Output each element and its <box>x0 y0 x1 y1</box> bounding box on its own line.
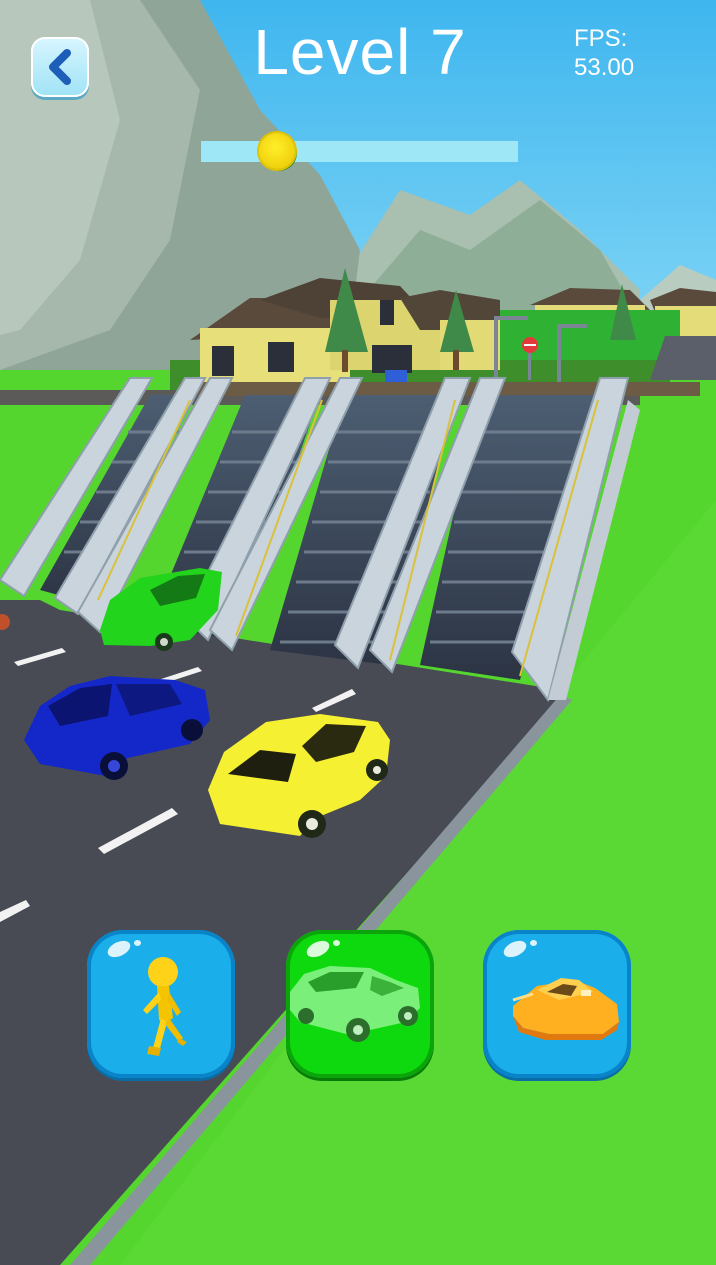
gloss-dot <box>333 940 340 946</box>
walk-mode-button[interactable] <box>87 930 235 1078</box>
back-button[interactable] <box>31 37 89 97</box>
progress-marker <box>259 133 296 169</box>
fps-label: FPS: <box>574 25 628 52</box>
fps-counter: FPS: 53.00 <box>574 24 634 82</box>
car-mode-button[interactable] <box>286 930 434 1078</box>
level-progress-bar <box>201 133 518 169</box>
gloss-dot <box>530 940 537 946</box>
level-title: Level 7 <box>253 16 467 88</box>
boat-mode-button[interactable] <box>483 930 631 1078</box>
gloss-dot <box>134 940 141 946</box>
chevron-left-icon <box>49 49 71 85</box>
fps-value: 53.00 <box>574 54 635 81</box>
